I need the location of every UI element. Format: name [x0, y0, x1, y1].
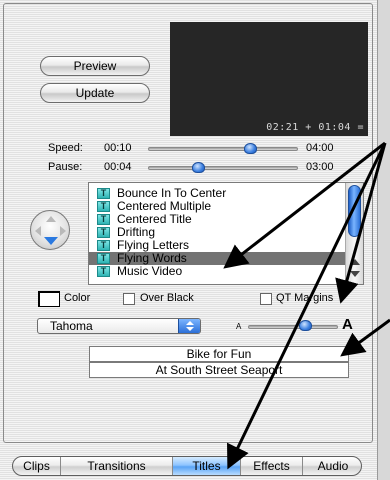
arrow-to-text-fields [340, 318, 390, 357]
annotation-arrows [223, 141, 390, 470]
arrow-to-titles-tab [227, 142, 387, 470]
arrow-to-flying-words [223, 141, 386, 269]
